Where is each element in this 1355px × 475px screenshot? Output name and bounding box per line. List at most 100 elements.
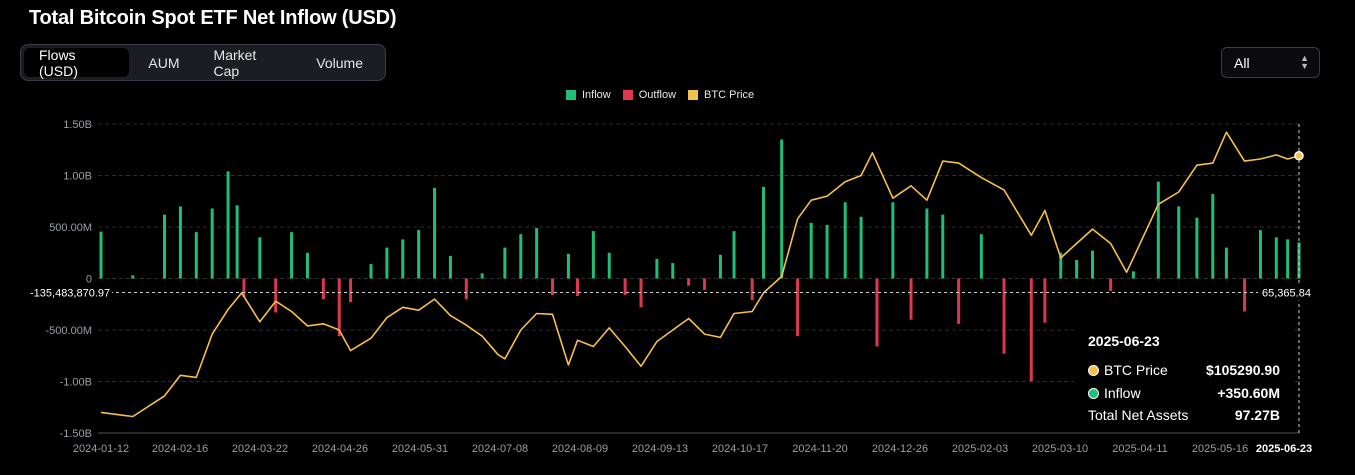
inflow-bar — [519, 234, 523, 279]
x-tick-label: 2024-01-12 — [73, 443, 129, 455]
y-tick-label: 500.00M — [49, 222, 92, 234]
inflow-bar — [433, 187, 437, 279]
y-tick-label: 0 — [86, 274, 92, 286]
inflow-bar — [1224, 247, 1228, 279]
inflow-bar — [226, 171, 230, 279]
y-tick-label: -1.00B — [60, 377, 92, 389]
inflow-swatch — [566, 90, 576, 100]
inflow-bar — [979, 234, 983, 279]
inflow-bar — [1156, 181, 1160, 279]
outflow-bar — [274, 278, 278, 313]
outflow-bar — [957, 278, 961, 324]
inflow-bar — [99, 231, 103, 279]
x-tick-label: 2025-03-10 — [1032, 443, 1088, 455]
chart-legend: Inflow Outflow BTC Price — [566, 89, 754, 101]
btc-price-swatch — [688, 90, 699, 100]
inflow-bar — [385, 247, 389, 279]
outflow-bar — [703, 278, 707, 290]
inflow-bar — [591, 231, 595, 279]
y-tick-label: -1.50B — [60, 428, 92, 440]
x-tick-label: 2024-07-08 — [472, 443, 528, 455]
inflow-bar — [235, 205, 239, 279]
legend-item-inflow[interactable]: Inflow — [566, 89, 611, 101]
outflow-bar — [1243, 278, 1247, 312]
tooltip-row-btc-price: BTC Price $105290.90 — [1088, 362, 1280, 378]
inflow-bar — [503, 247, 507, 279]
inflow-bar — [780, 139, 784, 279]
inflow-bar — [891, 202, 895, 279]
legend-item-btc-price[interactable]: BTC Price — [688, 89, 754, 101]
inflow-bar — [1274, 237, 1278, 279]
crosshair-right-label: 65,365.84 — [1262, 287, 1311, 299]
outflow-bar — [1002, 278, 1006, 354]
inflow-bar — [1297, 242, 1301, 279]
tooltip-date: 2025-06-23 — [1088, 333, 1160, 349]
inflow-bar — [825, 224, 829, 279]
x-tick-label: 2024-05-31 — [392, 443, 448, 455]
inflow-bar — [210, 208, 214, 279]
inflow-bar — [448, 255, 452, 279]
y-tick-label: 1.00B — [63, 171, 92, 183]
tooltip-label: Inflow — [1104, 385, 1141, 401]
legend-label: Inflow — [582, 89, 611, 101]
outflow-bar — [909, 278, 913, 320]
inflow-bar — [1131, 271, 1135, 279]
inflow-bar — [1075, 259, 1079, 279]
inflow-bar — [718, 254, 722, 279]
x-tick-label: 2024-03-22 — [232, 443, 288, 455]
outflow-bar — [349, 278, 353, 303]
tooltip-value: 97.27B — [1234, 407, 1280, 423]
x-tick-label: 2025-04-11 — [1112, 443, 1167, 455]
x-tick-label: 2024-02-16 — [152, 443, 208, 455]
tooltip-label: BTC Price — [1104, 362, 1168, 378]
chart-tooltip: 2025-06-23 BTC Price $105290.90 Inflow +… — [1074, 322, 1294, 432]
inflow-bar — [1258, 230, 1262, 279]
inflow-bar — [131, 275, 135, 279]
outflow-bar — [464, 278, 468, 300]
inflow-bar — [194, 232, 198, 279]
x-tick-label: 2025-06-23 — [1256, 443, 1312, 455]
x-tick-label: 2024-08-09 — [552, 443, 608, 455]
inflow-bar — [417, 230, 421, 279]
inflow-bar — [1211, 194, 1215, 279]
inflow-bar — [305, 252, 309, 279]
outflow-bar — [796, 278, 800, 337]
y-tick-label: -500.00M — [46, 325, 92, 337]
inflow-bar — [655, 258, 659, 279]
outflow-bar — [321, 278, 325, 300]
inflow-bar — [535, 228, 539, 279]
tooltip-row-inflow: Inflow +350.60M — [1088, 385, 1280, 401]
x-tick-label: 2025-05-16 — [1192, 443, 1248, 455]
inflow-bar — [859, 216, 863, 279]
inflow-bar — [762, 186, 766, 279]
inflow-bar — [843, 202, 847, 279]
btc-price-dot-icon — [1088, 364, 1099, 376]
inflow-bar — [809, 222, 813, 279]
inflow-bar — [566, 253, 570, 279]
inflow-bar — [290, 232, 294, 279]
outflow-bar — [551, 278, 555, 295]
y-tick-label: 1.50B — [63, 119, 92, 131]
crosshair-left-label: -135,483,870.97 — [30, 287, 110, 299]
legend-label: BTC Price — [704, 89, 755, 101]
inflow-bar — [941, 214, 945, 279]
inflow-bar — [671, 263, 675, 279]
outflow-bar — [1029, 278, 1033, 382]
outflow-bar — [575, 278, 579, 297]
legend-item-outflow[interactable]: Outflow — [622, 89, 677, 101]
legend-label: Outflow — [638, 89, 677, 101]
inflow-bar — [732, 231, 736, 279]
inflow-bar — [1091, 250, 1095, 279]
inflow-bar — [1286, 239, 1290, 279]
outflow-bar — [875, 278, 879, 347]
outflow-bar — [750, 278, 754, 301]
btc-price-marker — [1294, 151, 1304, 161]
tooltip-row-total-net-assets: Total Net Assets 97.27B — [1088, 407, 1280, 423]
x-tick-label: 2025-02-03 — [952, 443, 1008, 455]
x-tick-label: 2024-12-26 — [872, 443, 928, 455]
tooltip-label: Total Net Assets — [1088, 407, 1189, 423]
inflow-bar — [163, 214, 167, 279]
inflow-bar — [369, 264, 373, 279]
inflow-bar — [401, 239, 405, 279]
inflow-bar — [925, 208, 929, 279]
